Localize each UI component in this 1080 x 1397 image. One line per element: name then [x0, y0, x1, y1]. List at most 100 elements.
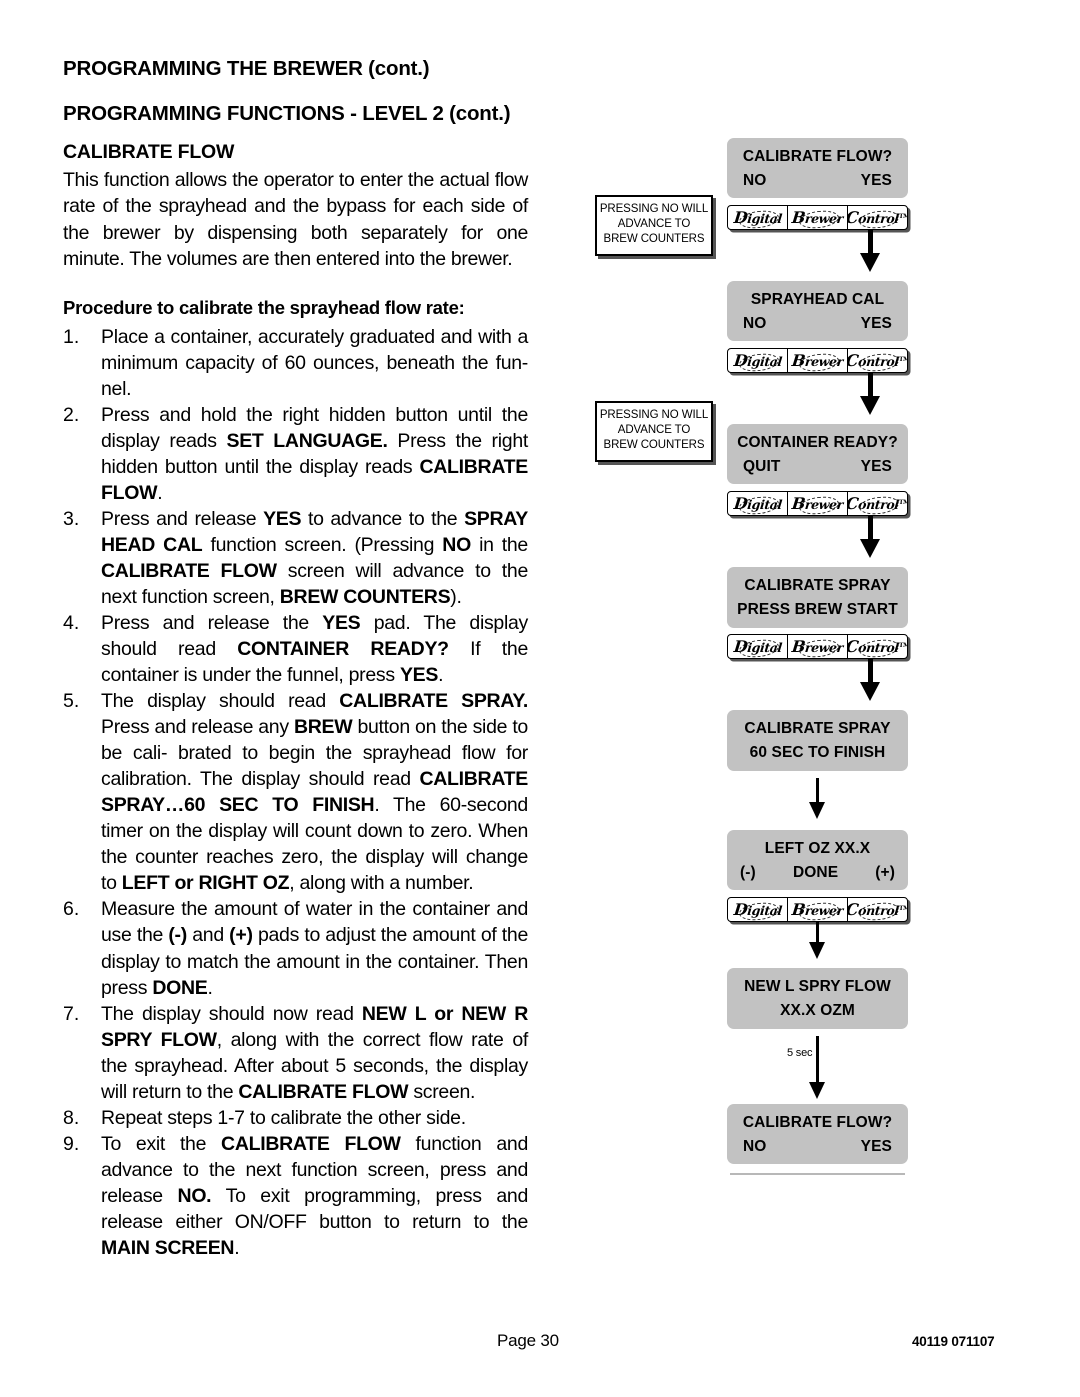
- option-plus[interactable]: (+): [875, 864, 895, 882]
- screen-calibrate-spray-60-sec: CALIBRATE SPRAY 60 SEC TO FINISH: [727, 710, 908, 771]
- logo-cell-brewer: Brewer: [788, 635, 848, 658]
- option-no[interactable]: NO: [743, 172, 766, 190]
- screen-title: SPRAYHEAD CAL: [750, 291, 885, 308]
- logo-cell-control: ControlTM: [848, 898, 907, 921]
- logo-text-digital: Digital: [732, 351, 783, 370]
- option-minus[interactable]: (-): [740, 864, 756, 882]
- screen-new-l-spry-flow: NEW L SPRY FLOW XX.X OZM: [727, 968, 908, 1029]
- screen-subtitle: XX.X OZM: [780, 1001, 855, 1019]
- option-yes[interactable]: YES: [861, 172, 892, 190]
- logo-text-brewer: Brewer: [791, 494, 844, 513]
- option-done[interactable]: DONE: [793, 864, 838, 882]
- logo-cell-digital: Digital: [728, 635, 788, 658]
- logo-text-brewer: Brewer: [791, 900, 844, 919]
- option-no[interactable]: NO: [743, 1138, 766, 1156]
- screen-calibrate-flow-1: CALIBRATE FLOW? NO YES: [727, 138, 908, 198]
- footer-document-code: 40119 071107: [912, 1334, 995, 1349]
- digital-brewer-control-logo-bar-3: Digital Brewer ControlTM: [727, 491, 908, 516]
- option-yes[interactable]: YES: [861, 315, 892, 333]
- page-title: PROGRAMMING THE BREWER (cont.): [63, 57, 430, 80]
- list-item: Place a container, accurately graduated …: [63, 324, 528, 400]
- option-yes[interactable]: YES: [861, 458, 892, 476]
- procedure-heading: Procedure to calibrate the sprayhead flo…: [63, 296, 465, 318]
- option-no[interactable]: NO: [743, 315, 766, 333]
- logo-cell-digital: Digital: [728, 898, 788, 921]
- logo-cell-digital: Digital: [728, 349, 788, 372]
- calibrate-flow-flowchart: PRESSING NO WILL ADVANCE TO BREW COUNTER…: [590, 130, 935, 1175]
- screen-left-oz: LEFT OZ XX.X (-) DONE (+): [727, 830, 908, 890]
- digital-brewer-control-logo-bar-4: Digital Brewer ControlTM: [727, 634, 908, 659]
- list-item: The display should now read NEW L or NEW…: [63, 1001, 528, 1103]
- option-yes[interactable]: YES: [861, 1138, 892, 1156]
- procedure-step-list: Place a container, accurately graduated …: [63, 324, 528, 1261]
- flowchart-tail-divider: [730, 1173, 905, 1175]
- section-intro-paragraph: This function allows the operator to ent…: [63, 168, 528, 271]
- screen-container-ready: CONTAINER READY? QUIT YES: [727, 424, 908, 484]
- screen-options: NO YES: [727, 1135, 908, 1157]
- note-line: ADVANCE TO: [617, 424, 691, 437]
- logo-cell-brewer: Brewer: [788, 349, 848, 372]
- screen-title: LEFT OZ XX.X: [764, 840, 871, 857]
- logo-text-control: ControlTM: [848, 494, 907, 513]
- screen-options: NO YES: [727, 169, 908, 191]
- screen-title: CONTAINER READY?: [737, 434, 898, 451]
- logo-text-brewer: Brewer: [791, 351, 844, 370]
- logo-cell-digital: Digital: [728, 206, 788, 229]
- note-line: BREW COUNTERS: [603, 233, 705, 246]
- logo-cell-control: ControlTM: [848, 206, 907, 229]
- section-title: CALIBRATE FLOW: [63, 141, 235, 164]
- screen-options: QUIT YES: [727, 455, 908, 477]
- screen-sprayhead-cal: SPRAYHEAD CAL NO YES: [727, 281, 908, 341]
- logo-cell-brewer: Brewer: [788, 492, 848, 515]
- option-quit[interactable]: QUIT: [743, 458, 780, 476]
- logo-text-brewer: Brewer: [791, 637, 844, 656]
- note-line: ADVANCE TO: [617, 218, 691, 231]
- screen-subtitle: 60 SEC TO FINISH: [749, 743, 886, 761]
- screen-options: NO YES: [727, 312, 908, 334]
- logo-cell-control: ControlTM: [848, 492, 907, 515]
- note-line: PRESSING NO WILL: [599, 409, 709, 421]
- list-item: Press and release YES to advance to the …: [63, 506, 528, 609]
- timer-label-5-sec: 5 sec: [787, 1047, 813, 1059]
- logo-text-digital: Digital: [732, 900, 783, 919]
- logo-text-control: ControlTM: [848, 351, 907, 370]
- list-item: Press and hold the right hidden button u…: [63, 402, 528, 504]
- list-item: Measure the amount of water in the conta…: [63, 896, 529, 999]
- flow-arrow-head: [809, 942, 825, 959]
- screen-options: (-) DONE (+): [727, 861, 908, 883]
- logo-text-digital: Digital: [732, 208, 783, 227]
- flow-arrow-head: [809, 1082, 825, 1099]
- note-box-pressing-no-1: PRESSING NO WILL ADVANCE TO BREW COUNTER…: [595, 195, 713, 256]
- logo-text-brewer: Brewer: [791, 208, 844, 227]
- screen-title: CALIBRATE FLOW?: [742, 148, 893, 165]
- screen-title: CALIBRATE FLOW?: [742, 1114, 893, 1131]
- screen-calibrate-flow-2: CALIBRATE FLOW? NO YES: [727, 1104, 908, 1164]
- footer-page-number: Page 30: [497, 1331, 559, 1350]
- note-line: BREW COUNTERS: [603, 439, 705, 452]
- logo-text-digital: Digital: [732, 637, 783, 656]
- logo-cell-brewer: Brewer: [788, 898, 848, 921]
- flow-arrow-head: [860, 396, 880, 415]
- flow-arrow-head: [860, 253, 880, 272]
- logo-cell-digital: Digital: [728, 492, 788, 515]
- flow-arrow-head: [860, 682, 880, 701]
- list-item: Press and release the YES pad. The displ…: [63, 610, 529, 687]
- document-text-column: PROGRAMMING THE BREWER (cont.) PROGRAMMI…: [63, 57, 528, 1261]
- logo-text-control: ControlTM: [848, 637, 907, 656]
- screen-subtitle: PRESS BREW START: [737, 600, 898, 618]
- note-box-pressing-no-2: PRESSING NO WILL ADVANCE TO BREW COUNTER…: [595, 401, 713, 462]
- digital-brewer-control-logo-bar-2: Digital Brewer ControlTM: [727, 348, 908, 373]
- flow-arrow-shaft: [816, 1036, 819, 1088]
- list-item: The display should read CALIBRATE SPRAY.…: [63, 688, 528, 895]
- logo-cell-brewer: Brewer: [788, 206, 848, 229]
- screen-calibrate-spray-press-brew: CALIBRATE SPRAY PRESS BREW START: [727, 567, 908, 628]
- note-line: PRESSING NO WILL: [599, 203, 709, 215]
- list-item: Repeat steps 1-7 to calibrate the other …: [63, 1105, 466, 1131]
- logo-text-control: ControlTM: [848, 208, 907, 227]
- digital-brewer-control-logo-bar-1: Digital Brewer ControlTM: [727, 205, 908, 230]
- logo-cell-control: ControlTM: [848, 349, 907, 372]
- list-item: To exit the CALIBRATE FLOW function and …: [63, 1131, 529, 1259]
- screen-title: CALIBRATE SPRAY: [744, 720, 891, 737]
- logo-cell-control: ControlTM: [848, 635, 907, 658]
- flow-arrow-head: [860, 539, 880, 558]
